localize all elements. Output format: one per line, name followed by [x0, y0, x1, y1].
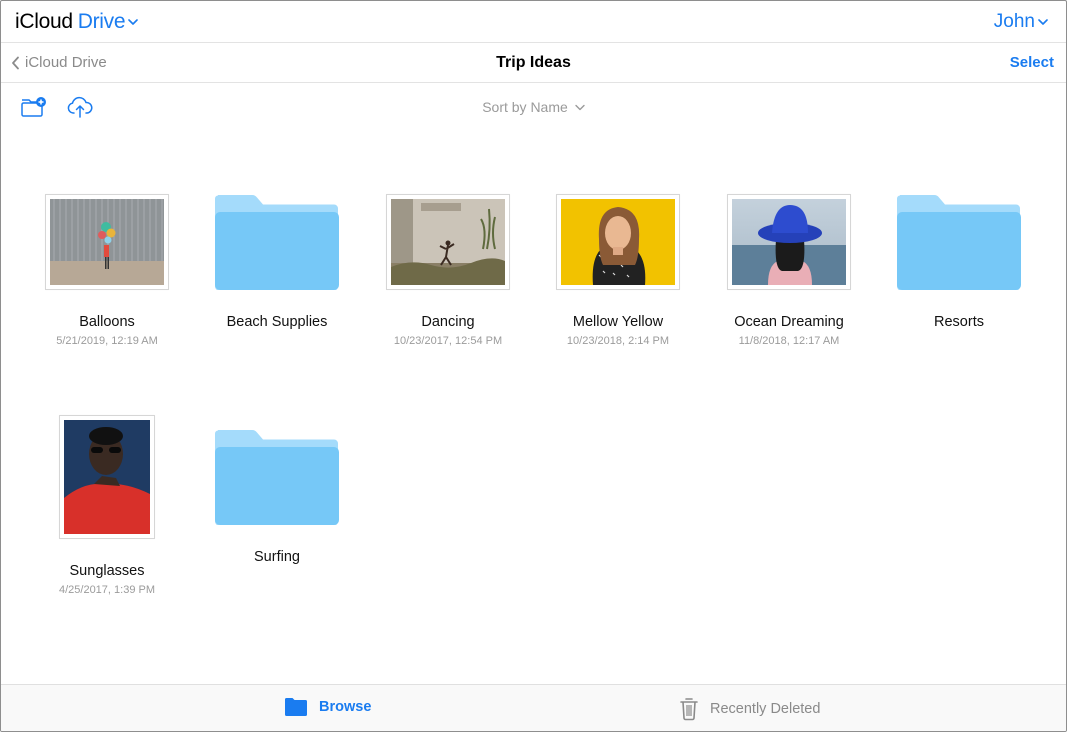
item-name: Sunglasses [69, 563, 145, 579]
thumbnail [45, 194, 169, 290]
item-date: 11/8/2018, 12:17 AM [738, 335, 840, 347]
chevron-left-icon [12, 56, 19, 69]
folder-icon [215, 429, 339, 525]
tab-browse-label: Browse [319, 699, 372, 715]
tab-bar: Browse Recently Deleted [1, 684, 1066, 731]
sort-label: Sort by Name [482, 99, 568, 115]
file-item-sunglasses[interactable]: Sunglasses 4/25/2017, 1:39 PM [22, 415, 192, 596]
item-name: Beach Supplies [226, 314, 328, 330]
folder-icon [215, 194, 339, 290]
folder-item-resorts[interactable]: Resorts [874, 194, 1044, 330]
ocean-dreaming-image [732, 199, 846, 285]
dancing-image [391, 199, 505, 285]
file-item-balloons[interactable]: Balloons 5/21/2019, 12:19 AM [22, 194, 192, 347]
balloons-photo [50, 199, 164, 285]
file-item-dancing[interactable]: Dancing 10/23/2017, 12:54 PM [363, 194, 533, 347]
folder-icon [285, 698, 307, 716]
chevron-down-icon [1038, 19, 1048, 25]
navigation-bar: iCloud Drive Trip Ideas Select [1, 43, 1066, 83]
item-name: Resorts [934, 314, 984, 330]
file-item-mellow-yellow[interactable]: Mellow Yellow 10/23/2018, 2:14 PM [533, 194, 703, 347]
icloud-drive-window: iCloud Drive John iCloud Drive Trip Idea… [0, 0, 1067, 732]
top-bar: iCloud Drive John [1, 1, 1066, 43]
back-label: iCloud Drive [25, 54, 107, 71]
select-button[interactable]: Select [1010, 54, 1054, 71]
item-date: 10/23/2018, 2:14 PM [566, 335, 670, 347]
ocean-dreaming-photo [732, 199, 846, 285]
app-section: Drive [77, 10, 126, 33]
thumbnail [386, 194, 510, 290]
toolbar: Sort by Name [1, 83, 1066, 133]
chevron-down-icon [575, 104, 585, 110]
item-date: 5/21/2019, 12:19 AM [56, 335, 158, 347]
item-name: Ocean Dreaming [734, 314, 844, 330]
folder-item-beach-supplies[interactable]: Beach Supplies [192, 194, 362, 330]
tab-browse[interactable]: Browse [284, 697, 371, 717]
folder-item-surfing[interactable]: Surfing [192, 415, 362, 565]
trash-icon [680, 698, 698, 721]
item-date: 10/23/2017, 12:54 PM [393, 335, 503, 347]
thumbnail [556, 194, 680, 290]
thumbnail [727, 194, 851, 290]
item-name: Dancing [421, 314, 475, 330]
mellow-yellow-image [561, 199, 675, 285]
item-name: Mellow Yellow [572, 314, 664, 330]
item-date: 4/25/2017, 1:39 PM [58, 584, 155, 596]
item-name: Balloons [79, 314, 135, 330]
sort-button[interactable]: Sort by Name [482, 99, 585, 115]
folder-icon [897, 194, 1021, 290]
sunglasses-image [64, 420, 150, 534]
user-name: John [993, 11, 1035, 32]
back-button[interactable]: iCloud Drive [11, 54, 107, 71]
sunglasses-photo [64, 420, 150, 534]
file-item-ocean-dreaming[interactable]: Ocean Dreaming 11/8/2018, 12:17 AM [704, 194, 874, 347]
thumbnail [59, 415, 155, 539]
balloons-image [50, 199, 164, 285]
mellow-yellow-photo [561, 199, 675, 285]
sort-control: Sort by Name [1, 99, 1066, 115]
page-title: Trip Ideas [496, 54, 571, 71]
dancing-photo [391, 199, 505, 285]
user-menu[interactable]: John [994, 11, 1048, 33]
chevron-down-icon [128, 19, 139, 25]
app-switcher[interactable]: iCloud Drive [15, 10, 139, 34]
tab-recently-deleted-label: Recently Deleted [710, 701, 821, 717]
tab-recently-deleted[interactable]: Recently Deleted [679, 697, 820, 721]
item-name: Surfing [254, 549, 300, 565]
app-name: iCloud [15, 10, 73, 33]
